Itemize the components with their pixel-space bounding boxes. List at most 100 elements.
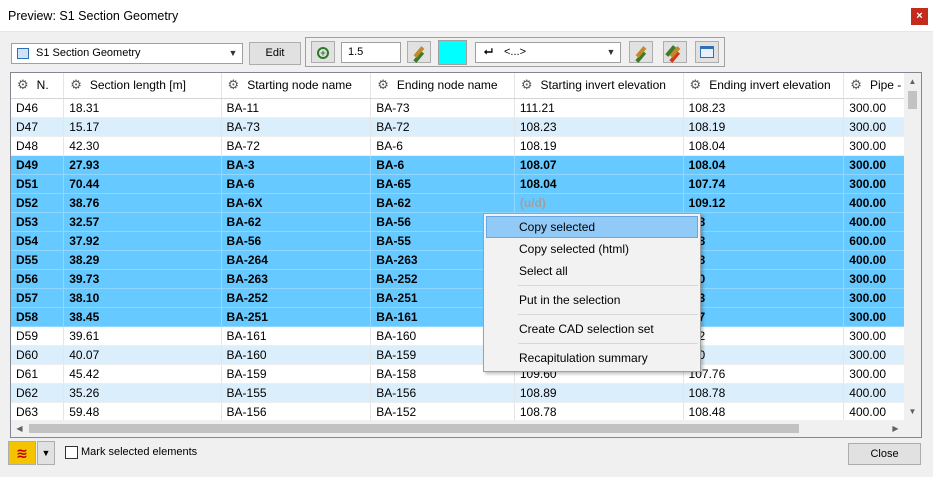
table-row[interactable]: D63 59.48 BA-156 BA-152 108.78 108.48 400.00 bbox=[11, 402, 921, 422]
column-header[interactable]: ⚙ N. bbox=[11, 73, 65, 99]
line-style-select[interactable]: ⮠ <...> ▼ bbox=[475, 42, 621, 63]
table-row[interactable]: D5332.57BA-62BA-56.58400.00 bbox=[11, 212, 921, 232]
table-cell: .07 bbox=[683, 307, 845, 327]
context-menu: Copy selected Copy selected (html) Selec… bbox=[483, 213, 701, 372]
table-row[interactable]: D48 42.30 BA-72 BA-6 108.19 108.04 300.00 bbox=[11, 136, 921, 156]
table-row[interactable]: D5738.10BA-252BA-251.03300.00 bbox=[11, 288, 921, 308]
table-row[interactable]: D47 15.17 BA-73 BA-72 108.23 108.19 300.00 bbox=[11, 117, 921, 137]
menu-item-recapitulation-summary[interactable]: Recapitulation summary bbox=[486, 347, 698, 369]
table-cell: 38.10 bbox=[63, 288, 222, 308]
menu-item-put-in-selection[interactable]: Put in the selection bbox=[486, 289, 698, 311]
table-row[interactable]: D52 38.76 BA-6X BA-62 (u/d) 109.12 400.00 bbox=[11, 193, 921, 213]
table-cell: 108.07 bbox=[514, 155, 684, 175]
table-cell: BA-264 bbox=[221, 250, 372, 270]
table-row[interactable]: D49 27.93 BA-3 BA-6 108.07 108.04 300.00 bbox=[11, 155, 921, 175]
table-cell: 45.42 bbox=[63, 364, 222, 384]
column-header-label: Ending node name bbox=[396, 78, 498, 93]
column-header[interactable]: ⚙ Section length [m] bbox=[63, 73, 222, 99]
table-cell: BA-6 bbox=[370, 155, 515, 175]
vertical-scrollbar[interactable]: ▲ ▼ bbox=[904, 73, 921, 420]
table-cell: BA-62 bbox=[221, 212, 372, 232]
table-cell: 108.23 bbox=[514, 117, 684, 137]
table-cell: BA-6 bbox=[221, 174, 372, 194]
column-header[interactable]: ⚙ Starting invert elevation bbox=[514, 73, 684, 99]
edit-button[interactable]: Edit bbox=[249, 42, 301, 65]
table-cell: BA-156 bbox=[370, 383, 515, 403]
gear-icon[interactable]: ⚙ bbox=[850, 77, 862, 92]
column-header[interactable]: ⚙ Ending invert elevation bbox=[683, 73, 845, 99]
mark-selected-checkbox[interactable] bbox=[65, 446, 78, 459]
column-header-label: Pipe - bbox=[869, 78, 902, 93]
horizontal-scrollbar[interactable]: ◀ ▶ bbox=[11, 420, 904, 437]
paint-brush-button-2[interactable] bbox=[629, 41, 653, 63]
menu-separator bbox=[518, 314, 698, 315]
table-cell: BA-6 bbox=[370, 136, 515, 156]
table-cell: (u/d) bbox=[514, 193, 684, 213]
window-icon bbox=[700, 46, 714, 58]
menu-item-select-all[interactable]: Select all bbox=[486, 260, 698, 282]
table-row[interactable]: D5437.92BA-56BA-55.98600.00 bbox=[11, 231, 921, 251]
table-cell: BA-6X bbox=[221, 193, 372, 213]
gear-icon[interactable]: ⚙ bbox=[228, 77, 240, 92]
menu-item-copy-selected[interactable]: Copy selected bbox=[486, 216, 698, 238]
gear-icon[interactable]: ⚙ bbox=[521, 77, 533, 92]
menu-item-create-cad-selection[interactable]: Create CAD selection set bbox=[486, 318, 698, 340]
table-cell: 108.19 bbox=[514, 136, 684, 156]
table-cell: D51 bbox=[11, 174, 65, 194]
table-row[interactable]: D5939.61BA-161BA-160.22300.00 bbox=[11, 326, 921, 346]
scroll-left-icon[interactable]: ◀ bbox=[11, 420, 28, 437]
table-cell: 18.31 bbox=[63, 98, 222, 118]
table-row[interactable]: D46 18.31 BA-11 BA-73 111.21 108.23 300.00 bbox=[11, 98, 921, 118]
scroll-right-icon[interactable]: ▶ bbox=[887, 420, 904, 437]
column-header-label: Ending invert elevation bbox=[709, 78, 831, 93]
view-select[interactable]: S1 Section Geometry ▼ bbox=[11, 43, 243, 64]
horizontal-scroll-thumb[interactable] bbox=[29, 424, 799, 433]
column-header[interactable]: ⚙ Starting node name bbox=[221, 73, 372, 99]
table-cell: D57 bbox=[11, 288, 65, 308]
paint-brush-button[interactable] bbox=[407, 41, 431, 63]
scroll-down-icon[interactable]: ▼ bbox=[904, 403, 921, 420]
window-layout-button[interactable] bbox=[695, 41, 719, 63]
table-icon bbox=[17, 48, 29, 59]
table-cell: 108.23 bbox=[683, 98, 845, 118]
table-row[interactable]: D6040.07BA-160BA-159.60300.00 bbox=[11, 345, 921, 365]
column-header-label: Starting invert elevation bbox=[540, 78, 666, 93]
table-row[interactable]: D5538.29BA-264BA-263.58400.00 bbox=[11, 250, 921, 270]
column-header[interactable]: ⚙ Ending node name bbox=[370, 73, 515, 99]
gear-icon[interactable]: ⚙ bbox=[17, 77, 29, 92]
table-row[interactable]: D62 35.26 BA-155 BA-156 108.89 108.78 400.00 bbox=[11, 383, 921, 403]
export-icon-button[interactable]: ≋ bbox=[8, 441, 36, 465]
table-cell: BA-65 bbox=[370, 174, 515, 194]
gear-icon[interactable]: ⚙ bbox=[377, 77, 389, 92]
table-row[interactable]: D51 70.44 BA-6 BA-65 108.04 107.74 300.00 bbox=[11, 174, 921, 194]
scroll-up-icon[interactable]: ▲ bbox=[904, 73, 921, 90]
table-cell: 70.44 bbox=[63, 174, 222, 194]
table-cell: D46 bbox=[11, 98, 65, 118]
table-cell: .00 bbox=[683, 269, 845, 289]
table-cell: 108.48 bbox=[683, 402, 845, 422]
table-cell: D47 bbox=[11, 117, 65, 137]
table-row[interactable]: D5838.45BA-251BA-161.07300.00 bbox=[11, 307, 921, 327]
export-dropdown-button[interactable]: ▼ bbox=[37, 441, 55, 465]
table-row[interactable]: D61 45.42 BA-159 BA-158 109.60 107.76 300.00 bbox=[11, 364, 921, 384]
color-swatch[interactable] bbox=[438, 40, 467, 65]
gear-icon[interactable]: ⚙ bbox=[70, 77, 82, 92]
table-cell: BA-73 bbox=[221, 117, 372, 137]
window-close-button[interactable]: × bbox=[911, 8, 928, 25]
table-cell: 35.26 bbox=[63, 383, 222, 403]
table-cell: .22 bbox=[683, 326, 845, 346]
table-cell: 32.57 bbox=[63, 212, 222, 232]
table-cell: .58 bbox=[683, 250, 845, 270]
column-header-label: Section length [m] bbox=[89, 78, 186, 93]
table-row[interactable]: D5639.73BA-263BA-252.00300.00 bbox=[11, 269, 921, 289]
gear-icon[interactable]: ⚙ bbox=[690, 77, 702, 92]
table-cell: D55 bbox=[11, 250, 65, 270]
line-style-value: <...> bbox=[504, 46, 527, 58]
scale-input[interactable]: 1.5 bbox=[341, 42, 401, 63]
vertical-scroll-thumb[interactable] bbox=[908, 91, 917, 109]
zoom-in-button[interactable]: + bbox=[311, 41, 335, 63]
close-button[interactable]: Close bbox=[848, 443, 921, 465]
paint-brush-multi-button[interactable] bbox=[663, 41, 687, 63]
menu-item-copy-selected-html[interactable]: Copy selected (html) bbox=[486, 238, 698, 260]
data-grid[interactable]: ⚙ N. ⚙ Section length [m] ⚙ Starting node nam… bbox=[10, 72, 922, 438]
